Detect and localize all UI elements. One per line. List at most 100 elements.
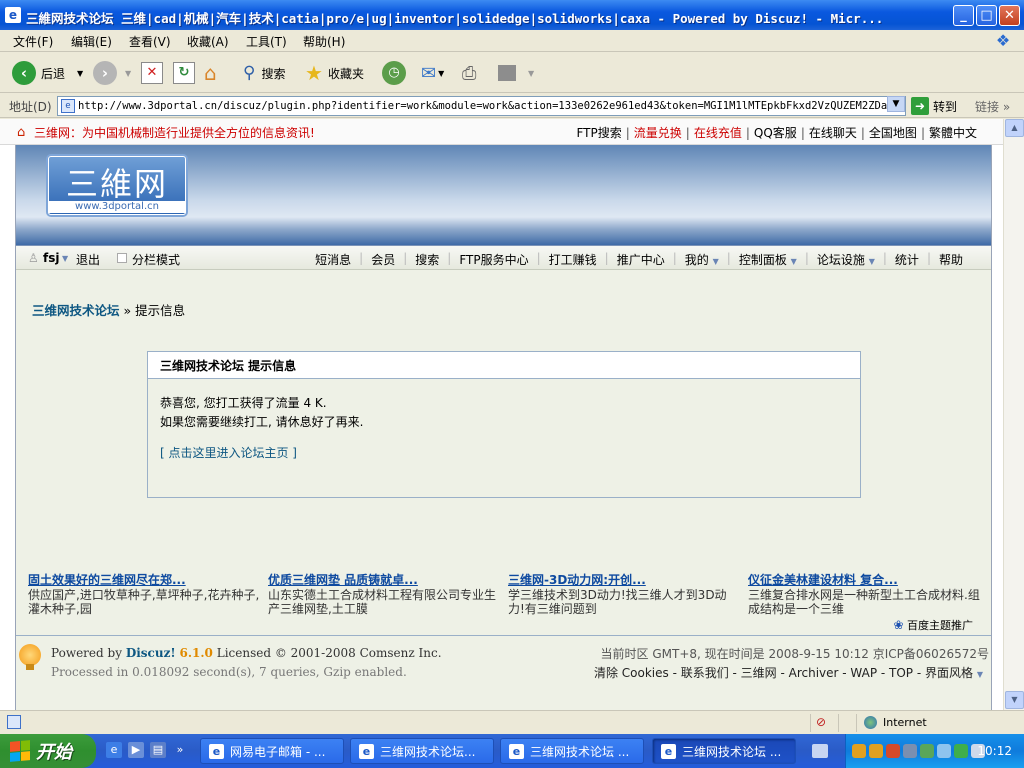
popup-blocked-icon[interactable]: ⊘ xyxy=(816,715,826,729)
forum-frame: 三維网 www.3dportal.cn ♙ fsj ▼ 退出 分栏模式 短消息 |… xyxy=(15,145,992,710)
security-tray-icon[interactable] xyxy=(920,744,934,758)
clock[interactable]: 10:12 xyxy=(977,744,1012,758)
folder-icon[interactable]: ▤ xyxy=(150,742,166,758)
forward-button[interactable]: › ▼ xyxy=(93,61,131,85)
menu-view[interactable]: 查看(V) xyxy=(129,33,171,50)
ad-title[interactable]: 优质三维网垫 品质铸就卓... xyxy=(268,573,500,587)
title-bar: e 三維网技术论坛 三维|cad|机械|汽车|技术|catia|pro/e|ug… xyxy=(0,0,1024,30)
task-forum-1[interactable]: e 三维网技术论坛... xyxy=(350,738,494,764)
logout-link[interactable]: 退出 xyxy=(76,251,100,268)
chevron-down-icon[interactable]: ▼ xyxy=(62,254,68,263)
nav-mine[interactable]: 我的 ▼ xyxy=(677,251,727,268)
discuz-link[interactable]: Discuz! xyxy=(126,646,176,660)
top-link-traditional-chinese[interactable]: 繁體中文 xyxy=(927,126,979,140)
top-link-qq-service[interactable]: QQ客服 xyxy=(752,126,799,140)
nav-work[interactable]: 打工赚钱 xyxy=(541,251,605,268)
username[interactable]: fsj xyxy=(43,251,59,265)
split-mode-label[interactable]: 分栏模式 xyxy=(132,251,180,268)
task-mail[interactable]: e 网易电子邮箱 - ... xyxy=(200,738,344,764)
ad-title[interactable]: 仪征金美林建设材料 复合... xyxy=(748,573,980,587)
vertical-scrollbar[interactable]: ▲ ▼ xyxy=(1003,119,1024,710)
nav-members[interactable]: 会员 xyxy=(363,251,403,268)
ad-item[interactable]: 优质三维网垫 品质铸就卓... 山东实德土工合成材料工程有限公司专业生产三维网垫… xyxy=(268,573,500,616)
go-button[interactable]: ➜ 转到 xyxy=(911,97,957,115)
search-button[interactable]: ⚲ 搜索 xyxy=(243,61,285,85)
enter-forum-link[interactable]: [ 点击这里进入论坛主页 ] xyxy=(160,444,848,463)
maximize-button[interactable]: □ xyxy=(976,5,997,26)
print-button[interactable]: ⎙ xyxy=(462,61,476,85)
top-link-recharge[interactable]: 在线充值 xyxy=(692,126,744,140)
task-label: 三维网技术论坛 ... xyxy=(530,744,630,759)
ie-app-icon[interactable]: e xyxy=(5,7,21,23)
links-button[interactable]: 链接 » xyxy=(975,98,1010,115)
address-dropdown-icon[interactable]: ▼ xyxy=(887,96,905,112)
ad-title[interactable]: 固土效果好的三维网尽在郑... xyxy=(28,573,260,587)
chevron-down-icon[interactable]: ▼ xyxy=(77,69,83,78)
menu-edit[interactable]: 编辑(E) xyxy=(71,33,112,50)
menu-help[interactable]: 帮助(H) xyxy=(303,33,345,50)
nav-control-panel[interactable]: 控制面板 ▼ xyxy=(731,251,805,268)
ad-item[interactable]: 三维网-3D动力网:开创... 学三维技术到3D动力!找三维人才到3D动力!有三… xyxy=(508,573,740,616)
baidu-promotion[interactable]: ❀ 百度主题推广 xyxy=(893,617,973,633)
breadcrumb: 三维网技术论坛 » 提示信息 xyxy=(32,300,185,319)
ad-title[interactable]: 三维网-3D动力网:开创... xyxy=(508,573,740,587)
globe-icon xyxy=(864,716,877,729)
menu-file[interactable]: 文件(F) xyxy=(13,33,53,50)
ad-item[interactable]: 固土效果好的三维网尽在郑... 供应国产,进口牧草种子,草坪种子,花卉种子,灌木… xyxy=(28,573,260,616)
task-forum-3[interactable]: e 三维网技术论坛 ... xyxy=(652,738,796,764)
breadcrumb-home[interactable]: 三维网技术论坛 xyxy=(32,303,120,318)
ad-item[interactable]: 仪征金美林建设材料 复合... 三维复合排水网是一种新型土工合成材料.组成结构是… xyxy=(748,573,980,616)
license-text: Licensed © 2001-2008 Comsenz Inc. xyxy=(216,646,442,660)
keyboard-icon[interactable] xyxy=(812,744,828,758)
network-icon[interactable] xyxy=(903,744,917,758)
edit-button[interactable]: ▼ xyxy=(498,61,534,85)
nav-search[interactable]: 搜索 xyxy=(407,251,447,268)
top-link-ftp-search[interactable]: FTP搜索 xyxy=(574,126,623,140)
minimize-button[interactable]: _ xyxy=(953,5,974,26)
mail-button[interactable]: ✉ ▼ xyxy=(421,61,444,85)
scroll-down-icon[interactable]: ▼ xyxy=(1005,691,1024,709)
site-logo[interactable]: 三維网 www.3dportal.cn xyxy=(48,156,186,215)
menu-tools[interactable]: 工具(T) xyxy=(246,33,287,50)
top-link-traffic-exchange[interactable]: 流量兑换 xyxy=(632,126,684,140)
nav-messages[interactable]: 短消息 xyxy=(307,251,359,268)
windows-logo-icon: ❖ xyxy=(995,31,1011,50)
split-mode-checkbox[interactable] xyxy=(117,253,127,263)
top-link-map[interactable]: 全国地图 xyxy=(867,126,919,140)
nav-forum-facilities[interactable]: 论坛设施 ▼ xyxy=(809,251,883,268)
ad-desc: 供应国产,进口牧草种子,草坪种子,花卉种子,灌木种子,园 xyxy=(28,588,260,616)
stop-button[interactable]: ✕ xyxy=(141,61,163,85)
system-tray: 10:12 xyxy=(845,734,1024,768)
footer-links[interactable]: 清除 Cookies - 联系我们 - 三维网 - Archiver - WAP… xyxy=(594,664,983,681)
menu-favorites[interactable]: 收藏(A) xyxy=(187,33,229,50)
close-button[interactable]: ✕ xyxy=(999,5,1020,26)
task-forum-2[interactable]: e 三维网技术论坛 ... xyxy=(500,738,644,764)
nav-ftp-center[interactable]: FTP服务中心 xyxy=(451,251,536,268)
nav-promotion[interactable]: 推广中心 xyxy=(609,251,673,268)
site-slogan[interactable]: 三维网：为中国机械制造行业提供全方位的信息资讯! xyxy=(34,124,315,141)
start-button[interactable]: 开始 xyxy=(0,734,96,768)
top-link-chat[interactable]: 在线聊天 xyxy=(807,126,859,140)
user-icon: ♙ xyxy=(28,251,39,265)
nav-help[interactable]: 帮助 xyxy=(931,251,971,268)
scroll-up-icon[interactable]: ▲ xyxy=(1005,119,1024,137)
home-icon[interactable]: ⌂ xyxy=(17,125,25,140)
chevron-right-icon[interactable]: » xyxy=(172,742,188,758)
refresh-button[interactable]: ↻ xyxy=(173,61,195,85)
speaker-icon[interactable] xyxy=(937,744,951,758)
home-button[interactable]: ⌂ xyxy=(204,61,217,85)
back-button[interactable]: ‹ 后退 ▼ xyxy=(12,61,83,85)
status-bar: ⊘ Internet xyxy=(0,710,1024,734)
app-tray-icon[interactable] xyxy=(886,744,900,758)
page-status-icon xyxy=(7,715,21,729)
history-button[interactable]: ◷ xyxy=(382,61,406,85)
qq-icon[interactable] xyxy=(852,744,866,758)
nav-stats[interactable]: 统计 xyxy=(887,251,927,268)
ie-icon[interactable]: e xyxy=(106,742,122,758)
umbrella-icon[interactable] xyxy=(954,744,968,758)
favorites-button[interactable]: ★ 收藏夹 xyxy=(305,61,364,85)
address-input[interactable]: e http://www.3dportal.cn/discuz/plugin.p… xyxy=(57,96,906,116)
breadcrumb-current: 提示信息 xyxy=(135,303,186,318)
qq-icon[interactable] xyxy=(869,744,883,758)
media-player-icon[interactable]: ▶ xyxy=(128,742,144,758)
